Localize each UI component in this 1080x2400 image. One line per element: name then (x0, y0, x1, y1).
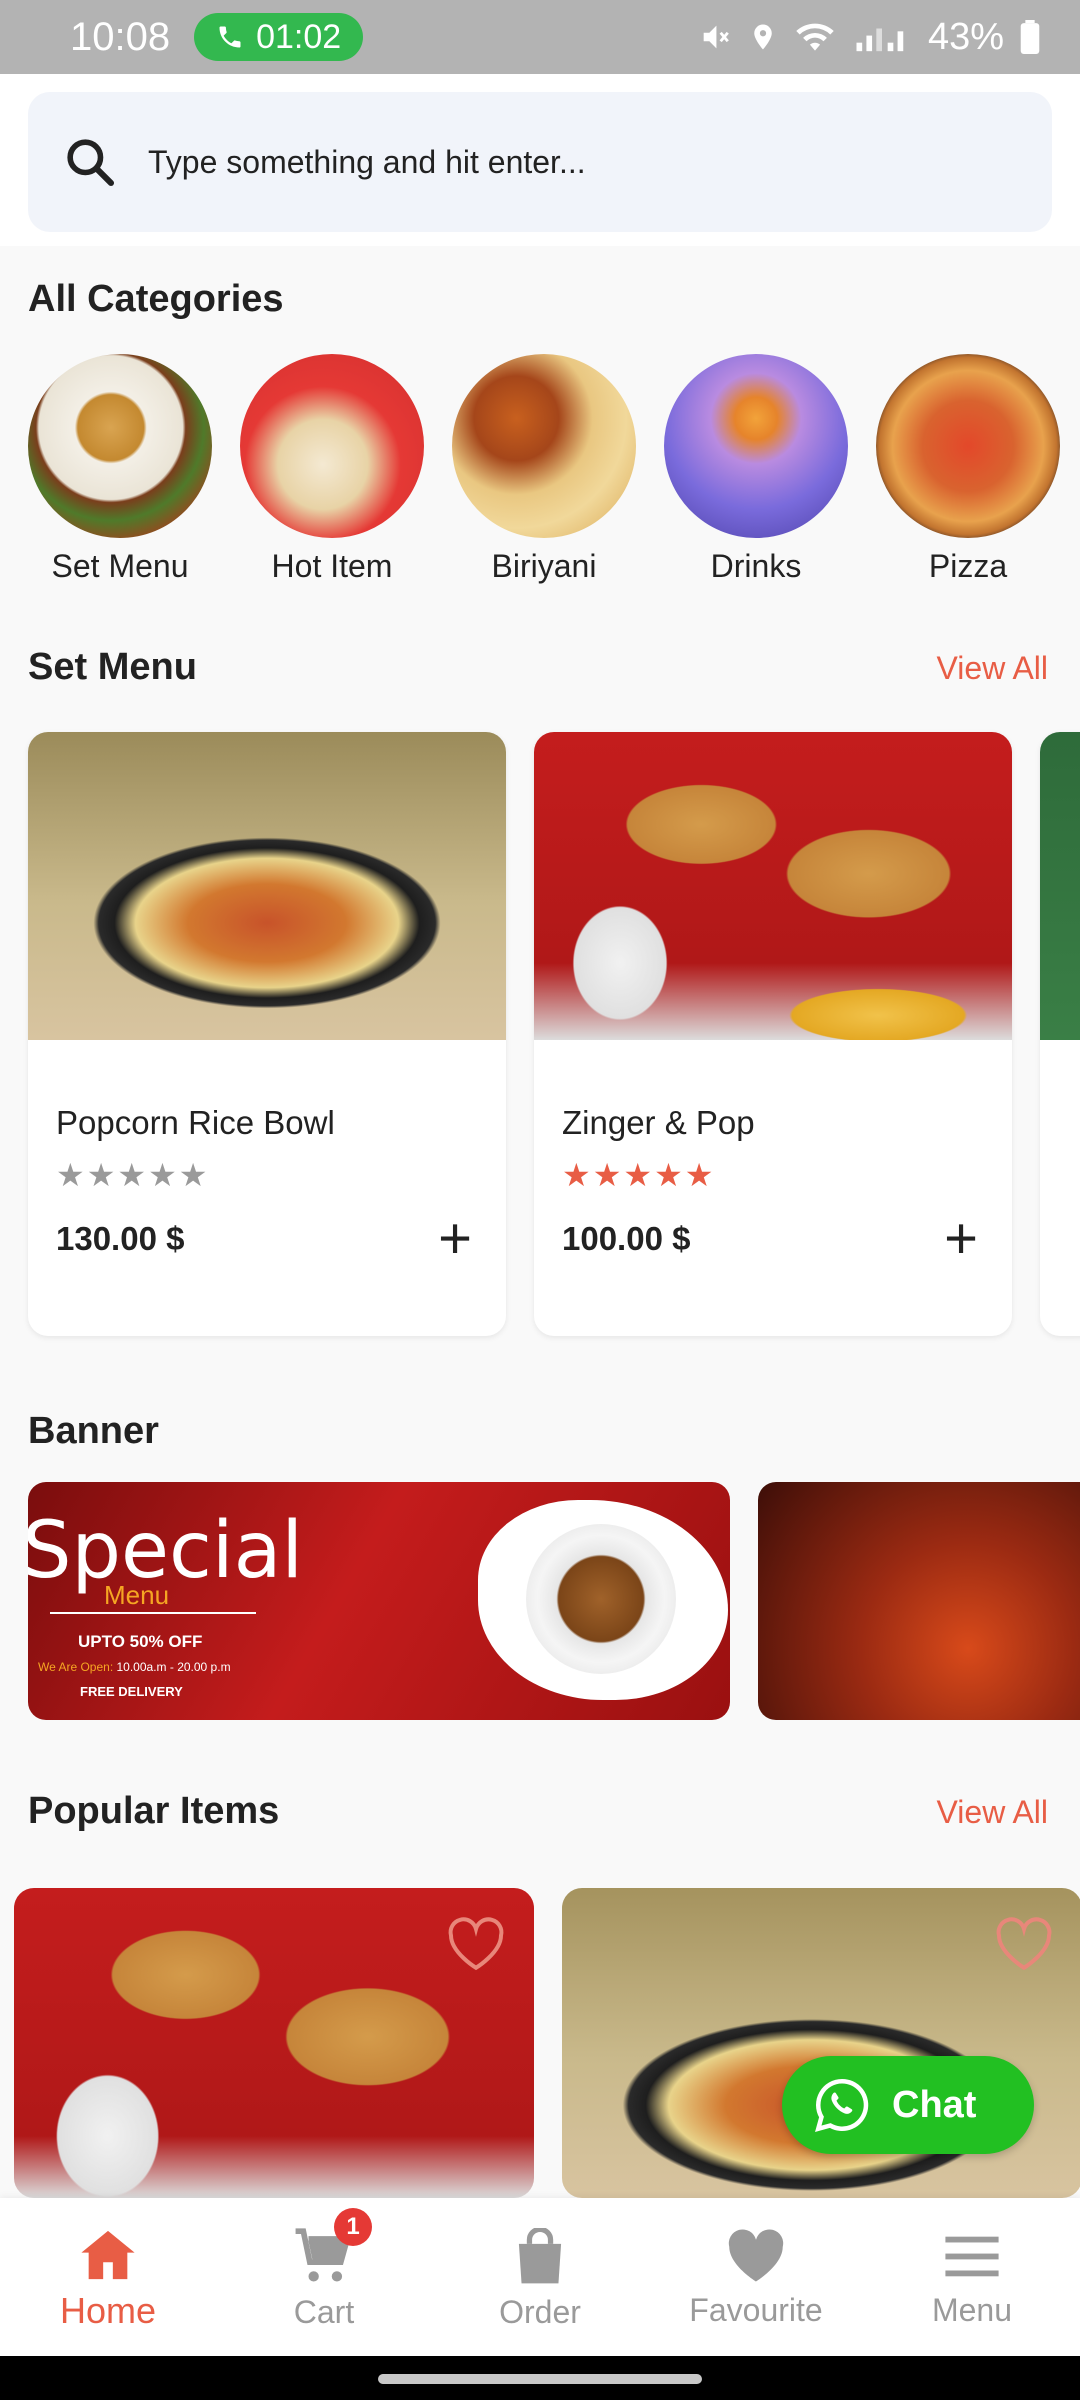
category-hot-item-image (240, 354, 424, 538)
category-set-menu-image (28, 354, 212, 538)
popular-item-card[interactable] (14, 1888, 534, 2198)
wifi-icon (796, 23, 834, 51)
battery-percent: 43% (927, 15, 1004, 58)
item-price: 130.00 $ (56, 1220, 185, 1257)
whatsapp-chat-button[interactable]: Chat (782, 2056, 1034, 2154)
banner-special-menu[interactable]: Special Menu UPTO 50% OFF We Are Open: 1… (28, 1482, 730, 1720)
banner-title: Banner (28, 1410, 159, 1452)
heart-icon[interactable] (446, 1916, 506, 1972)
set-menu-title: Set Menu (28, 646, 197, 688)
nav-label: Menu (931, 2292, 1013, 2328)
nav-order[interactable]: Order (432, 2198, 648, 2356)
bag-icon (518, 2228, 562, 2284)
category-label: Hot Item (271, 548, 393, 584)
heart-icon[interactable] (994, 1916, 1054, 1972)
hamburger-icon (945, 2236, 999, 2277)
cart-badge: 1 (334, 2208, 372, 2246)
system-navigation-bar (0, 2356, 1080, 2400)
nav-label: Order (499, 2294, 581, 2330)
category-label: Pizza (928, 548, 1008, 584)
bottom-navigation: Home 1 Cart Order Favourite Menu (0, 2198, 1080, 2356)
menu-card[interactable]: Zinger & Pop ★★★★★ 100.00 $ + (534, 732, 1012, 1336)
item-price: 100.00 $ (562, 1220, 691, 1257)
rating-stars: ★★★★★ (562, 1157, 716, 1193)
mute-icon (703, 25, 729, 49)
banner-hours: We Are Open: 10.00a.m - 20.00 p.m (38, 1660, 231, 1674)
set-menu-list: Popcorn Rice Bowl ★★★★★ 130.00 $ + Zinge… (28, 732, 1080, 1336)
category-drinks[interactable]: Drinks (664, 354, 848, 585)
item-name: Zinger & Pop (562, 1104, 755, 1141)
popular-view-all-link[interactable]: View All (937, 1794, 1048, 1831)
status-bar: 10:08 01:02 43% (0, 0, 1080, 74)
categories-title: All Categories (28, 278, 284, 320)
banner-pizza[interactable] (758, 1482, 1080, 1720)
popular-title: Popular Items (28, 1790, 280, 1832)
search-bar[interactable] (28, 92, 1052, 232)
nav-favourite[interactable]: Favourite (648, 2198, 864, 2356)
plate-image (526, 1524, 676, 1674)
banner-carousel: Special Menu UPTO 50% OFF We Are Open: 1… (28, 1482, 1080, 1720)
nav-menu[interactable]: Menu (864, 2198, 1080, 2356)
banner-food-image (478, 1500, 728, 1700)
banner-delivery: FREE DELIVERY (80, 1684, 183, 1699)
signal-icon (856, 28, 904, 52)
category-label: Set Menu (51, 548, 189, 584)
category-hot-item[interactable]: Hot Item (240, 354, 424, 585)
category-list: Set Menu Hot Item Biriyani Drinks Pizza (28, 354, 1080, 585)
category-pizza-image (876, 354, 1060, 538)
chat-label: Chat (892, 2083, 977, 2126)
nav-label: Cart (293, 2294, 355, 2330)
status-icons: 43% (698, 16, 1040, 59)
banner-subheadline: Menu (104, 1580, 170, 1610)
banner-offer: UPTO 50% OFF (78, 1632, 203, 1651)
banner-divider (50, 1612, 256, 1614)
menu-card[interactable]: Popcorn Rice Bowl ★★★★★ 130.00 $ + (28, 732, 506, 1336)
heart-icon (728, 2229, 784, 2282)
add-to-cart-button[interactable]: + (944, 1210, 978, 1268)
home-gesture-handle[interactable] (378, 2374, 702, 2384)
banner-hours-value: 10.00a.m - 20.00 p.m (116, 1660, 231, 1674)
nav-label: Favourite (689, 2292, 823, 2328)
category-label: Drinks (710, 548, 802, 584)
battery-icon (1020, 20, 1040, 54)
rating-stars: ★★★★★ (56, 1157, 210, 1193)
menu-card[interactable] (1040, 732, 1080, 1336)
food-image (534, 732, 1012, 1040)
call-indicator[interactable]: 01:02 (194, 13, 364, 61)
location-icon (754, 24, 772, 50)
whatsapp-icon (815, 2078, 869, 2132)
search-area (0, 74, 1080, 246)
search-icon (67, 139, 115, 187)
item-name: Popcorn Rice Bowl (56, 1104, 335, 1141)
status-time: 10:08 (70, 14, 171, 59)
category-biriyani-image (452, 354, 636, 538)
category-biriyani[interactable]: Biriyani (452, 354, 636, 585)
banner-hours-prefix: We Are Open: (38, 1660, 114, 1674)
home-icon (81, 2230, 135, 2280)
nav-cart[interactable]: 1 Cart (216, 2198, 432, 2356)
category-set-menu[interactable]: Set Menu (28, 354, 212, 585)
phone-icon (219, 26, 241, 48)
nav-label: Home (59, 2290, 157, 2331)
search-input[interactable] (148, 143, 948, 181)
category-label: Biriyani (491, 548, 597, 584)
add-to-cart-button[interactable]: + (438, 1210, 472, 1268)
category-pizza[interactable]: Pizza (876, 354, 1060, 585)
category-drinks-image (664, 354, 848, 538)
food-image (28, 732, 506, 1040)
nav-home[interactable]: Home (0, 2198, 216, 2356)
set-menu-view-all-link[interactable]: View All (937, 650, 1048, 687)
food-image (1040, 732, 1080, 1040)
call-timer: 01:02 (256, 17, 342, 56)
